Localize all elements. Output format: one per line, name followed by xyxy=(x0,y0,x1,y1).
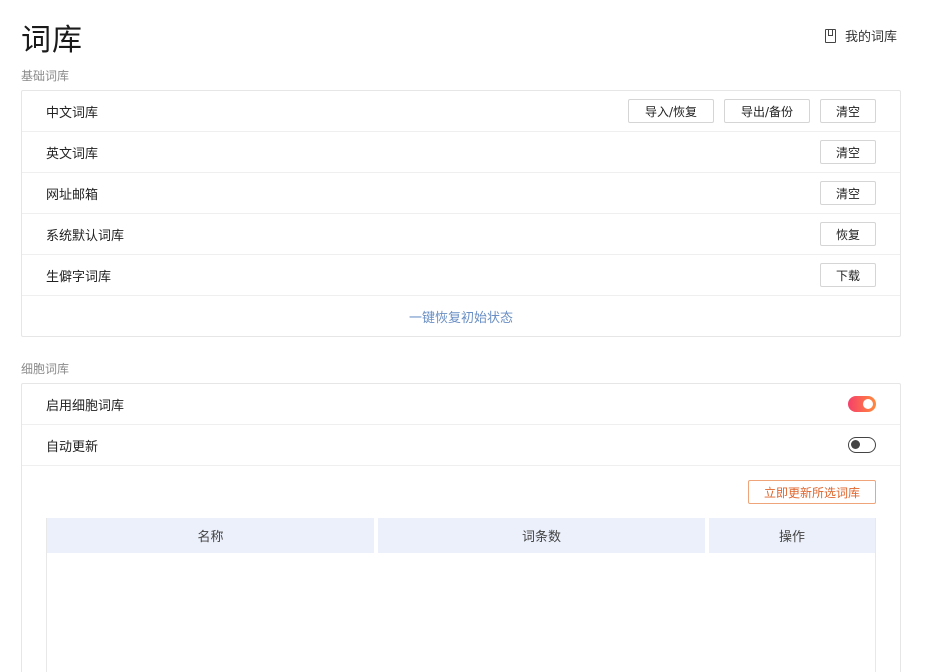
reset-row: 一键恢复初始状态 xyxy=(22,296,900,336)
auto-update-label: 自动更新 xyxy=(46,439,99,455)
update-selected-button[interactable]: 立即更新所选词库 xyxy=(748,480,876,504)
library-row-chinese: 中文词库 导入/恢复 导出/备份 清空 xyxy=(22,91,900,132)
toggle-knob xyxy=(851,440,860,449)
cell-library-panel: 启用细胞词库 自动更新 立即更新所选词库 名称 词条数 操作 xyxy=(21,383,901,672)
basic-section-label: 基础词库 xyxy=(21,69,70,83)
library-label: 英文词库 xyxy=(46,146,99,162)
import-restore-button[interactable]: 导入/恢复 xyxy=(628,99,714,123)
library-label: 生僻字词库 xyxy=(46,269,112,285)
column-header-actions: 操作 xyxy=(709,518,875,553)
enable-cell-library-row: 启用细胞词库 xyxy=(22,384,900,425)
basic-library-panel: 中文词库 导入/恢复 导出/备份 清空 英文词库 清空 网址邮箱 清空 系统默认… xyxy=(21,90,901,337)
page-title: 词库 xyxy=(21,23,83,58)
column-header-entry-count: 词条数 xyxy=(378,518,705,553)
library-label: 网址邮箱 xyxy=(46,187,99,203)
library-label: 中文词库 xyxy=(46,105,99,121)
reset-all-link[interactable]: 一键恢复初始状态 xyxy=(409,307,513,326)
auto-update-toggle[interactable] xyxy=(848,437,876,453)
library-label: 系统默认词库 xyxy=(46,228,125,244)
enable-cell-library-label: 启用细胞词库 xyxy=(46,398,125,414)
update-area: 立即更新所选词库 名称 词条数 操作 xyxy=(22,466,900,672)
column-header-name: 名称 xyxy=(47,518,374,553)
cell-library-table: 名称 词条数 操作 xyxy=(46,518,876,672)
table-header: 名称 词条数 操作 xyxy=(47,518,875,553)
cell-section-label: 细胞词库 xyxy=(21,362,70,376)
restore-button[interactable]: 恢复 xyxy=(820,222,876,246)
toggle-knob xyxy=(863,399,873,409)
export-backup-button[interactable]: 导出/备份 xyxy=(724,99,810,123)
library-row-english: 英文词库 清空 xyxy=(22,132,900,173)
library-row-rare-characters: 生僻字词库 下载 xyxy=(22,255,900,296)
my-library-link[interactable]: 我的词库 xyxy=(824,26,897,45)
book-icon xyxy=(824,28,836,43)
auto-update-row: 自动更新 xyxy=(22,425,900,466)
clear-button[interactable]: 清空 xyxy=(820,181,876,205)
library-row-system-default: 系统默认词库 恢复 xyxy=(22,214,900,255)
library-row-url-email: 网址邮箱 清空 xyxy=(22,173,900,214)
clear-button[interactable]: 清空 xyxy=(820,140,876,164)
my-library-label: 我的词库 xyxy=(844,30,897,45)
clear-button[interactable]: 清空 xyxy=(820,99,876,123)
enable-cell-library-toggle[interactable] xyxy=(848,396,876,412)
download-button[interactable]: 下载 xyxy=(820,263,876,287)
